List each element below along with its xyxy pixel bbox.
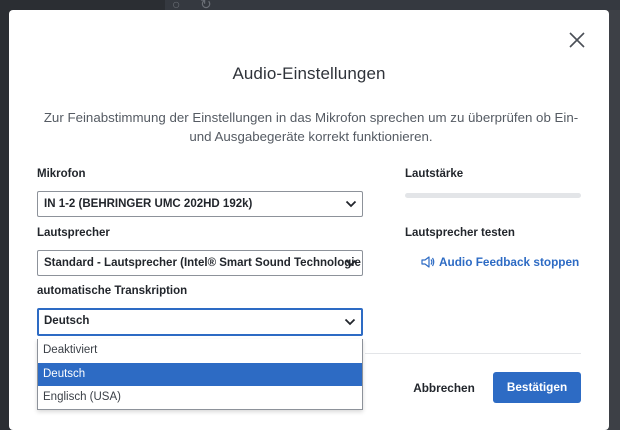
microphone-label: Mikrofon [37,168,86,180]
speaker-icon [421,256,435,268]
speaker-label: Lautsprecher [37,227,110,239]
transcription-dropdown-list: Deaktiviert Deutsch Englisch (USA) [37,339,363,410]
stop-audio-feedback-link[interactable]: Audio Feedback stoppen [421,255,579,269]
footer-separator [365,353,581,354]
backdrop-top-strip [165,0,620,10]
close-icon [569,32,585,48]
dropdown-option-deaktiviert[interactable]: Deaktiviert [38,339,362,363]
chevron-down-icon [344,318,356,326]
speaker-select[interactable]: Standard - Lautsprecher (Intel® Smart So… [37,250,363,276]
speaker-test-label: Lautsprecher testen [405,227,515,239]
microphone-select[interactable]: IN 1-2 (BEHRINGER UMC 202HD 192k) [37,191,363,217]
volume-meter [405,193,581,198]
dialog-description: Zur Feinabstimmung der Einstellungen in … [43,110,579,144]
transcription-value: Deutsch [44,315,90,327]
dropdown-option-englisch-usa[interactable]: Englisch (USA) [38,386,362,410]
transcription-label: automatische Transkription [37,285,188,297]
audio-settings-dialog: Audio-Einstellungen Zur Feinabstimmung d… [9,10,609,430]
cancel-button[interactable]: Abbrechen [409,377,479,399]
chevron-down-icon [345,200,357,208]
close-button[interactable] [567,30,587,50]
stop-audio-feedback-text: Audio Feedback stoppen [439,255,580,269]
microphone-value: IN 1-2 (BEHRINGER UMC 202HD 192k) [44,198,253,210]
transcription-select[interactable]: Deutsch [37,308,363,336]
speaker-value: Standard - Lautsprecher (Intel® Smart So… [44,257,361,269]
confirm-button[interactable]: Bestätigen [493,372,581,403]
chevron-down-icon [345,259,357,267]
dropdown-option-deutsch[interactable]: Deutsch [38,362,362,386]
volume-label: Lautstärke [405,168,464,180]
dialog-title: Audio-Einstellungen [232,64,386,83]
